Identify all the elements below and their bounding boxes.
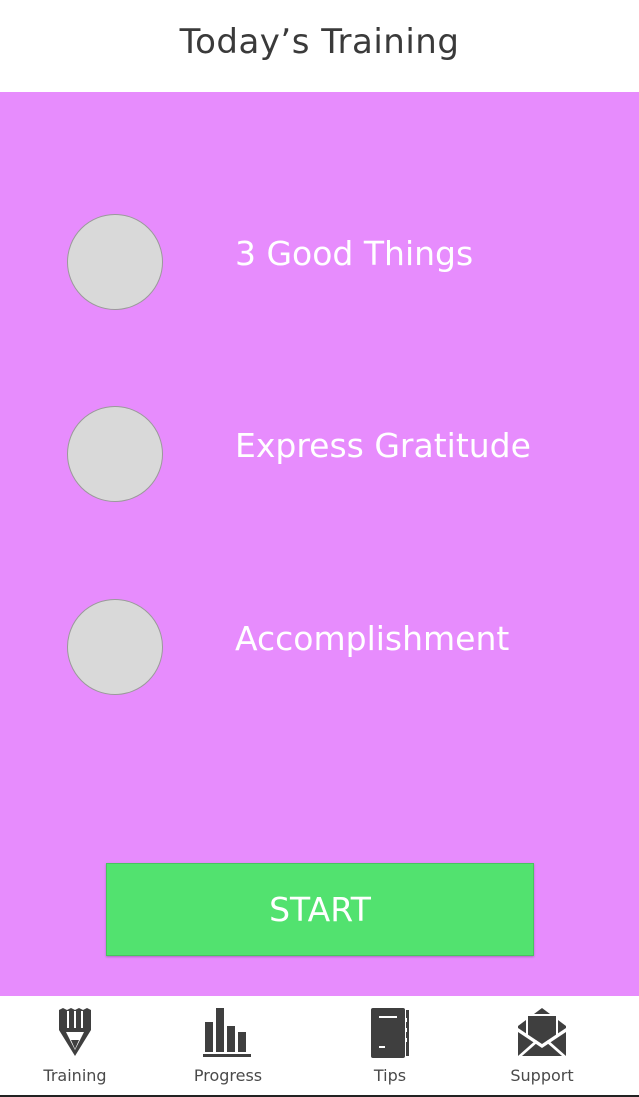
header: Today’s Training bbox=[0, 0, 639, 92]
tab-support[interactable]: Support bbox=[482, 996, 602, 1095]
training-panel: 3 Good Things Express Gratitude Accompli… bbox=[0, 92, 639, 996]
pencil-icon bbox=[59, 1008, 91, 1056]
bar-chart-icon bbox=[203, 1008, 251, 1057]
tab-training[interactable]: Training bbox=[15, 996, 135, 1095]
notebook-icon bbox=[371, 1008, 409, 1058]
task-item-3-good-things[interactable]: 3 Good Things bbox=[0, 212, 639, 312]
start-button[interactable]: START bbox=[106, 863, 534, 956]
task-item-accomplishment[interactable]: Accomplishment bbox=[0, 597, 639, 697]
tab-progress[interactable]: Progress bbox=[168, 996, 288, 1095]
task-label: 3 Good Things bbox=[235, 234, 474, 273]
task-check-circle[interactable] bbox=[67, 599, 163, 695]
tab-label: Tips bbox=[373, 1066, 407, 1085]
tab-label: Progress bbox=[193, 1066, 263, 1085]
task-check-circle[interactable] bbox=[67, 214, 163, 310]
page-title: Today’s Training bbox=[179, 22, 460, 62]
tab-label: Training bbox=[43, 1066, 107, 1085]
task-check-circle[interactable] bbox=[67, 406, 163, 502]
tab-label: Support bbox=[510, 1066, 574, 1085]
tab-bar: Training Progress Tips Support bbox=[0, 996, 639, 1097]
tab-tips[interactable]: Tips bbox=[330, 996, 450, 1095]
task-item-express-gratitude[interactable]: Express Gratitude bbox=[0, 404, 639, 504]
envelope-icon bbox=[518, 1008, 566, 1056]
task-label: Accomplishment bbox=[235, 619, 510, 658]
task-label: Express Gratitude bbox=[235, 426, 531, 465]
